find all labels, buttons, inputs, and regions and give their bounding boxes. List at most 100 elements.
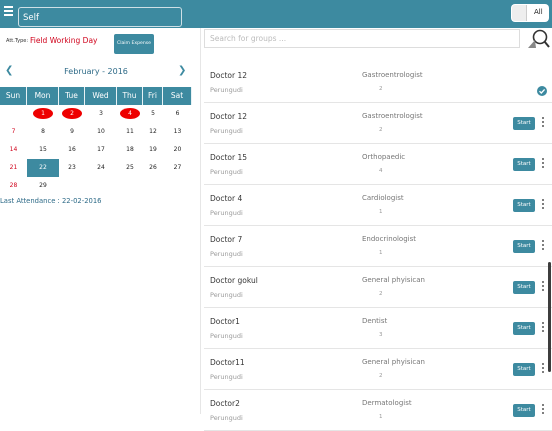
more-options-icon[interactable] [542, 363, 545, 375]
doctor-location: Perungudi [210, 127, 243, 135]
calendar-day[interactable]: 25 [117, 159, 143, 177]
start-button[interactable]: Start [513, 404, 535, 417]
doctor-specialty: General phyisican [362, 358, 425, 366]
calendar-day[interactable]: 19 [143, 141, 163, 159]
doctor-name: Doctor 7 [210, 235, 243, 244]
doctor-row[interactable]: Doctor 12 Perungudi Gastroentrologist 2 Star… [204, 103, 552, 144]
calendar-week-row: 7 8 9 10 11 12 13 [0, 123, 192, 141]
calendar-day[interactable]: 20 [163, 141, 192, 159]
list-scrollbar[interactable] [548, 262, 551, 372]
doctor-specialty: General phyisican [362, 276, 425, 284]
calendar-day[interactable]: 9 [59, 123, 85, 141]
weekday-sat: Sat [163, 87, 192, 105]
doctor-row[interactable]: Doctor2 Perungudi Dermatologist 1 Start [204, 390, 552, 431]
calendar-day[interactable]: 16 [59, 141, 85, 159]
search-icon[interactable] [528, 28, 550, 50]
more-options-icon[interactable] [542, 240, 545, 252]
start-button[interactable]: Start [513, 281, 535, 294]
doctor-specialty: Dentist [362, 317, 388, 325]
doctor-name: Doctor 4 [210, 194, 243, 203]
more-options-icon[interactable] [542, 117, 545, 129]
doctor-name: Doctor 12 [210, 71, 248, 80]
doctor-location: Perungudi [210, 209, 243, 217]
doctor-specialty: Cardiologist [362, 194, 404, 202]
doctor-location: Perungudi [210, 168, 243, 176]
weekday-tue: Tue [59, 87, 85, 105]
doctor-name: Doctor 15 [210, 153, 248, 162]
start-button[interactable]: Start [513, 240, 535, 253]
calendar-day[interactable]: 7 [0, 123, 27, 141]
calendar-day[interactable]: 15 [27, 141, 59, 159]
doctor-row[interactable]: Doctor1 Perungudi Dentist 3 Start [204, 308, 552, 349]
search-placeholder: Search for groups ... [210, 34, 287, 43]
calendar-day[interactable]: 6 [163, 105, 192, 123]
calendar-day[interactable]: 28 [0, 177, 27, 195]
doctor-visit-count: 1 [379, 250, 383, 256]
doctor-row[interactable]: Doctor11 Perungudi General phyisican 2 Start [204, 349, 552, 390]
doctor-name: Doctor11 [210, 358, 245, 367]
doctor-visit-count: 4 [379, 168, 383, 174]
doctor-visit-count: 2 [379, 291, 383, 297]
doctor-name: Doctor1 [210, 317, 240, 326]
doctor-row[interactable]: Doctor 12 Perungudi Gastroentrologist 2 [204, 62, 552, 103]
calendar-day[interactable]: 8 [27, 123, 59, 141]
calendar-day[interactable]: 2 [59, 105, 85, 123]
doctor-visit-count: 1 [379, 414, 383, 420]
calendar-day[interactable]: 4 [117, 105, 143, 123]
weekday-mon: Mon [27, 87, 59, 105]
start-button[interactable]: Start [513, 322, 535, 335]
calendar-day[interactable]: 24 [85, 159, 117, 177]
doctor-row[interactable]: Doctor 7 Perungudi Endocrinologist 1 Start [204, 226, 552, 267]
calendar-day[interactable]: 1 [27, 105, 59, 123]
calendar-empty-cell [117, 177, 143, 195]
calendar-day[interactable]: 23 [59, 159, 85, 177]
calendar-day[interactable]: 17 [85, 141, 117, 159]
weekday-wed: Wed [85, 87, 117, 105]
calendar-day[interactable]: 26 [143, 159, 163, 177]
calendar-day[interactable]: 3 [85, 105, 117, 123]
calendar-day[interactable]: 11 [117, 123, 143, 141]
calendar-day[interactable]: 22 [27, 159, 59, 177]
doctor-row[interactable]: Doctor gokul Perungudi General phyisican 2 S… [204, 267, 552, 308]
calendar-day[interactable]: 5 [143, 105, 163, 123]
hamburger-menu-icon[interactable] [4, 6, 14, 19]
calendar-day[interactable]: 29 [27, 177, 59, 195]
more-options-icon[interactable] [542, 281, 545, 293]
calendar-empty-cell [143, 177, 163, 195]
start-button[interactable]: Start [513, 158, 535, 171]
doctor-row[interactable]: Doctor 15 Perungudi Orthopaedic 4 Start [204, 144, 552, 185]
more-options-icon[interactable] [542, 158, 545, 170]
next-month-arrow-icon[interactable]: ❯ [178, 65, 186, 76]
calendar-empty-cell [85, 177, 117, 195]
calendar-day[interactable]: 21 [0, 159, 27, 177]
doctor-specialty: Gastroentrologist [362, 112, 423, 120]
calendar-empty-cell [0, 105, 27, 123]
calendar-day[interactable]: 13 [163, 123, 192, 141]
calendar-day[interactable]: 18 [117, 141, 143, 159]
doctor-name: Doctor gokul [210, 276, 258, 285]
weekday-sun: Sun [0, 87, 27, 105]
start-button[interactable]: Start [513, 199, 535, 212]
more-options-icon[interactable] [542, 322, 545, 334]
calendar-week-row: 28 29 [0, 177, 192, 195]
attendance-type-label: Att.Type: [6, 38, 29, 44]
toggle-knob [512, 5, 527, 21]
doctor-row[interactable]: Doctor 4 Perungudi Cardiologist 1 Start [204, 185, 552, 226]
user-scope-input[interactable]: Self [18, 7, 182, 27]
calendar-day[interactable]: 14 [0, 141, 27, 159]
calendar-day[interactable]: 27 [163, 159, 192, 177]
claim-expense-button[interactable]: Claim Expense [114, 34, 154, 54]
doctor-visit-count: 1 [379, 209, 383, 215]
more-options-icon[interactable] [542, 199, 545, 211]
panel-divider [200, 28, 201, 414]
start-button[interactable]: Start [513, 363, 535, 376]
doctor-visit-count: 3 [379, 332, 383, 338]
search-input[interactable]: Search for groups ... [204, 29, 520, 48]
calendar-day[interactable]: 10 [85, 123, 117, 141]
calendar-weeks: 1 2 3 4 5 6 7 8 9 10 11 12 13 14 15 16 17 18 19 20 21 22 23 24 2… [0, 105, 192, 195]
all-toggle[interactable]: All [511, 4, 549, 22]
calendar-week-row: 21 22 23 24 25 26 27 [0, 159, 192, 177]
start-button[interactable]: Start [513, 117, 535, 130]
calendar-day[interactable]: 12 [143, 123, 163, 141]
more-options-icon[interactable] [542, 404, 545, 416]
